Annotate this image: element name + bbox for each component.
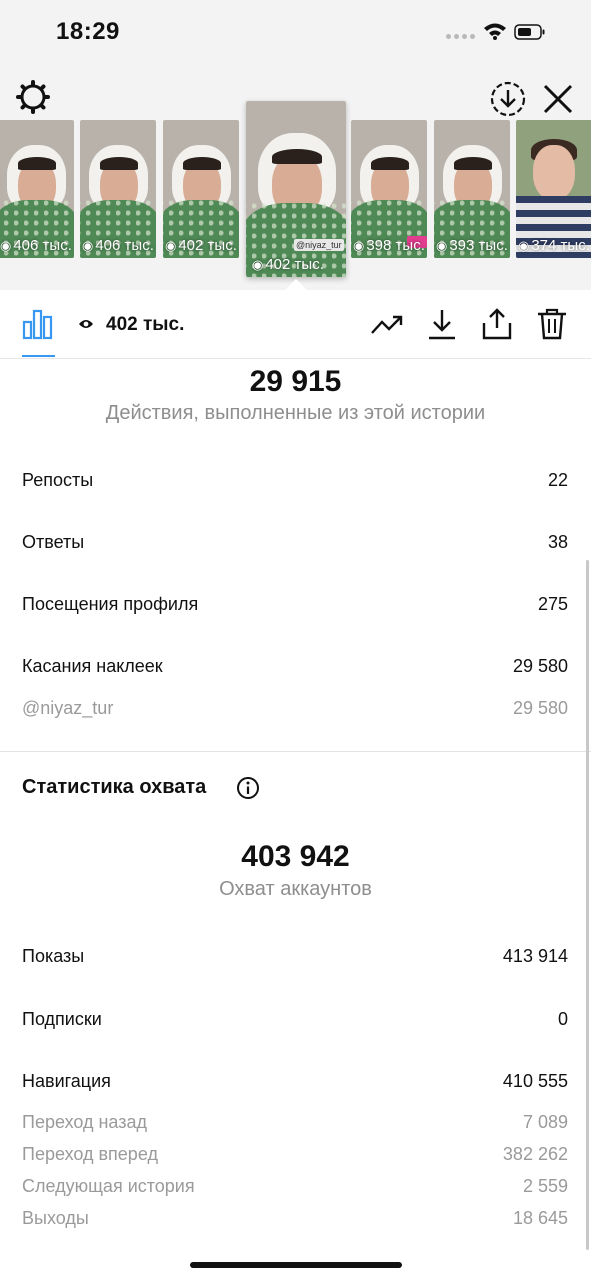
gear-icon[interactable] <box>16 80 50 114</box>
stat-value: 29 580 <box>512 656 568 676</box>
stat-row: Ответы 38 <box>22 532 568 553</box>
stat-value: 38 <box>547 532 568 552</box>
thumbnail-views: ◉ 406 тыс. <box>0 237 72 254</box>
selected-pointer <box>285 279 307 290</box>
thumbnail-views: ◉ 406 тыс. <box>82 237 154 254</box>
stat-value: 18 645 <box>512 1208 568 1228</box>
download-circle-icon[interactable] <box>489 80 527 118</box>
wifi-icon <box>484 23 506 40</box>
story-thumbnail[interactable]: ◉ 406 тыс. <box>80 120 156 258</box>
thumbnail-views: ◉ 393 тыс. <box>436 237 508 254</box>
stat-subrow: Переход вперед 382 262 <box>22 1144 568 1165</box>
mention-sticker: @niyaz_tur <box>294 239 344 251</box>
stat-row: Показы 413 914 <box>22 946 568 967</box>
reach-section-title: Статистика охвата <box>22 776 207 798</box>
thumbnail-views: ◉ 398 тыс. <box>353 237 425 254</box>
stat-value: 7 089 <box>522 1112 568 1132</box>
stat-value: 413 914 <box>502 946 568 966</box>
stat-subrow: Переход назад 7 089 <box>22 1112 568 1133</box>
thumbnail-views: ◉ 402 тыс. <box>252 256 324 273</box>
stat-label: Касания наклеек <box>22 656 163 676</box>
stat-subrow: Следующая история 2 559 <box>22 1176 568 1197</box>
story-thumbnail[interactable]: ◉ 406 тыс. <box>0 120 74 258</box>
reach-caption: Охват аккаунтов <box>219 878 372 900</box>
info-icon[interactable] <box>236 776 260 800</box>
stat-row: Касания наклеек 29 580 <box>22 656 568 677</box>
story-thumbnail[interactable]: ◉ 398 тыс. <box>351 120 427 258</box>
stat-label: Навигация <box>22 1071 111 1091</box>
stat-label: Показы <box>22 946 85 966</box>
stat-label: Ответы <box>22 532 85 552</box>
stat-row: Репосты 22 <box>22 470 568 491</box>
stat-row: Посещения профиля 275 <box>22 594 568 615</box>
cellular-signal-icon <box>446 31 476 39</box>
story-thumbnail-selected[interactable]: @niyaz_tur ◉ 402 тыс. <box>246 101 346 277</box>
stat-value: 29 580 <box>512 698 568 718</box>
trending-icon[interactable] <box>370 307 404 341</box>
views-total: 402 тыс. <box>106 314 185 335</box>
stat-row: Навигация 410 555 <box>22 1071 568 1092</box>
stat-value: 2 559 <box>522 1176 568 1196</box>
stat-value: 22 <box>547 470 568 490</box>
eye-icon <box>79 320 93 328</box>
stat-label: Выходы <box>22 1208 89 1228</box>
stat-subrow: @niyaz_tur 29 580 <box>22 698 568 719</box>
stat-label: Переход вперед <box>22 1144 158 1164</box>
reach-total: 403 942 <box>241 840 350 873</box>
thumbnail-views: ◉ 374 тыс. <box>518 237 590 254</box>
download-icon[interactable] <box>425 307 459 341</box>
battery-icon <box>514 24 545 40</box>
stat-label: Переход назад <box>22 1112 148 1132</box>
thumbnail-views: ◉ 402 тыс. <box>165 237 237 254</box>
story-thumbnail[interactable]: ◉ 374 тыс. <box>516 120 591 258</box>
status-time: 18:29 <box>56 18 120 45</box>
insights-tab-indicator <box>22 355 55 357</box>
stat-value: 410 555 <box>502 1071 568 1091</box>
stat-label: Следующая история <box>22 1176 195 1196</box>
stat-row: Подписки 0 <box>22 1009 568 1030</box>
trash-icon[interactable] <box>535 307 569 341</box>
section-divider <box>0 751 591 752</box>
story-thumbnail[interactable]: ◉ 402 тыс. <box>163 120 239 258</box>
stat-label: @niyaz_tur <box>22 698 114 718</box>
interactions-caption: Действия, выполненные из этой истории <box>105 402 486 424</box>
stat-value: 275 <box>537 594 568 614</box>
stat-subrow: Выходы 18 645 <box>22 1208 568 1229</box>
story-thumbnail[interactable]: ◉ 393 тыс. <box>434 120 510 258</box>
stat-label: Подписки <box>22 1009 102 1029</box>
share-icon[interactable] <box>480 307 514 341</box>
close-icon[interactable] <box>541 82 575 116</box>
stat-label: Репосты <box>22 470 94 490</box>
interactions-total: 29 915 <box>249 365 342 398</box>
stat-value: 382 262 <box>502 1144 568 1164</box>
stat-label: Посещения профиля <box>22 594 199 614</box>
stat-value: 0 <box>557 1009 568 1029</box>
home-indicator[interactable] <box>190 1262 402 1268</box>
insights-bars-icon[interactable] <box>22 308 54 340</box>
scrollbar[interactable] <box>586 560 589 1250</box>
